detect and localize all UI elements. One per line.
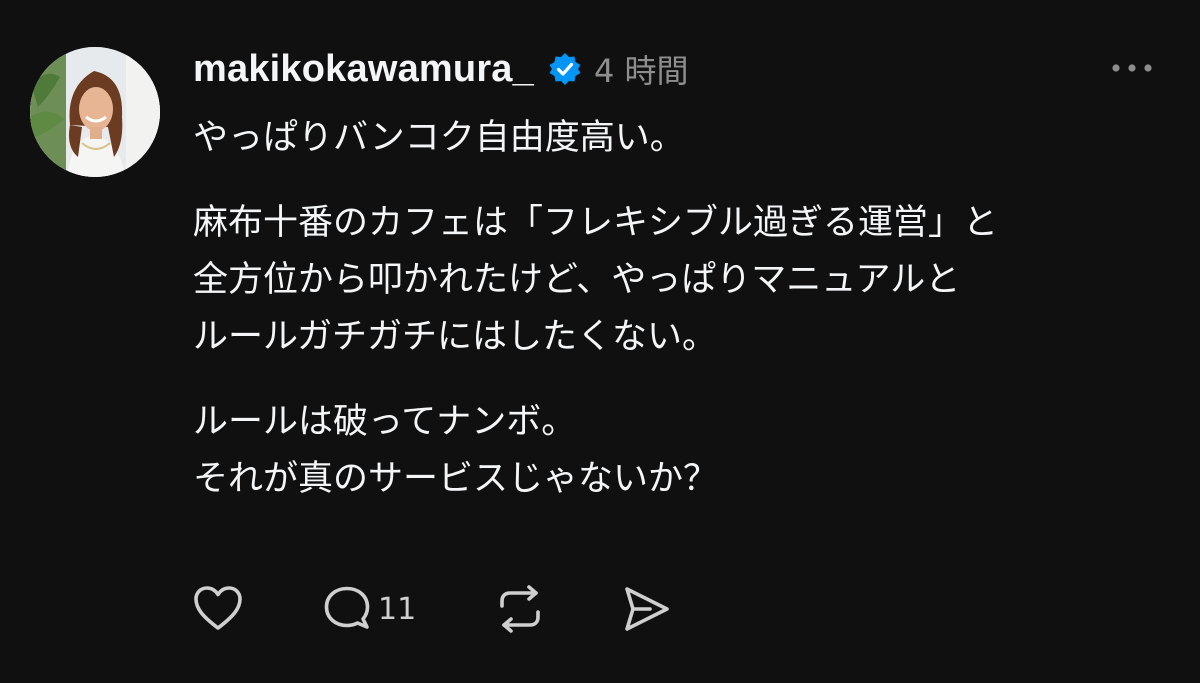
like-button[interactable] [192, 584, 244, 634]
post-actions: 11 [192, 584, 672, 634]
send-icon [625, 587, 669, 631]
post-timestamp: 4 時間 [593, 52, 689, 90]
share-button[interactable] [620, 584, 672, 634]
reply-count: 11 [378, 591, 417, 627]
post-body: やっぱりバンコク自由度高い。 麻布十番のカフェは「フレキシブル過ぎる運営」と 全… [193, 110, 1173, 508]
post-paragraph: やっぱりバンコク自由度高い。 [193, 118, 685, 158]
more-icon [1112, 64, 1152, 72]
heart-icon [194, 586, 242, 630]
username[interactable]: makikokawamura_ [193, 48, 534, 91]
avatar[interactable] [30, 47, 160, 177]
post-paragraph: ルールは破ってナンボ。 それが真のサービスじゃないか？ [193, 402, 719, 499]
profile-photo [30, 47, 160, 177]
thread-post: makikokawamura_ 4 時間 やっぱりバンコク自由度高い。 麻布十番… [0, 0, 1200, 683]
reply-button[interactable]: 11 [322, 584, 416, 634]
post-header: makikokawamura_ 4 時間 [193, 46, 689, 92]
more-options-button[interactable] [1110, 56, 1154, 80]
verified-badge-icon [548, 52, 582, 86]
post-paragraph: 麻布十番のカフェは「フレキシブル過ぎる運営」と 全方位から叩かれたけど、やっぱり… [193, 203, 999, 357]
repost-icon [500, 585, 540, 633]
repost-button[interactable] [494, 584, 546, 634]
comment-icon [324, 586, 370, 629]
